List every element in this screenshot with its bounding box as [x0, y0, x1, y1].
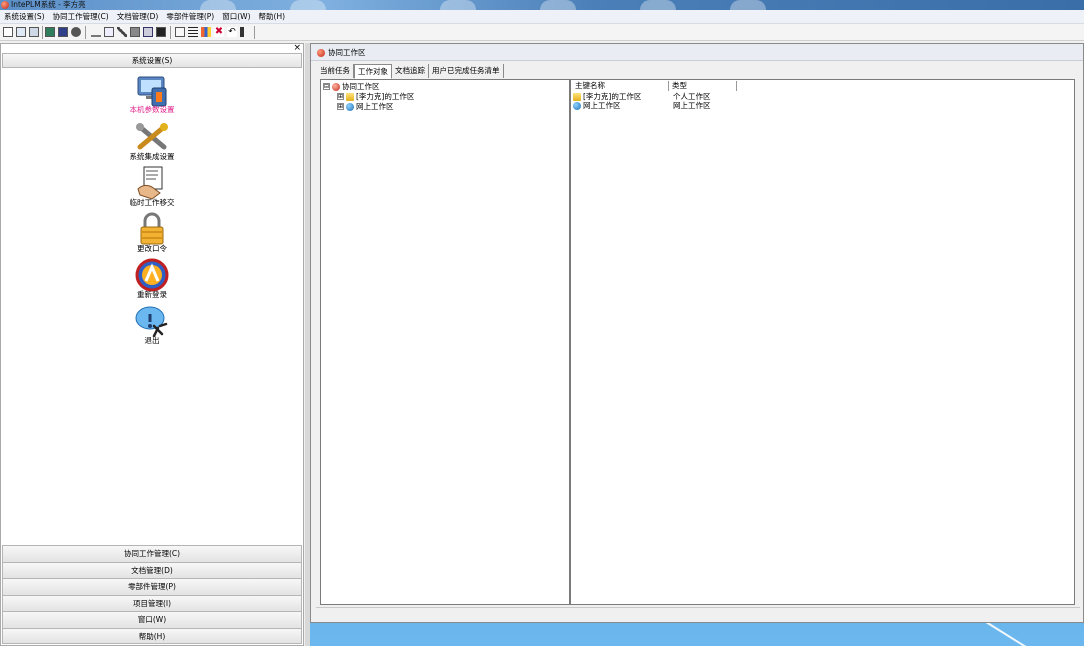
group-list: 协同工作管理(C) 文档管理(D) 零部件管理(P) 项目管理(I) 窗口(W)…: [2, 545, 302, 644]
title-bar: IntePLM系统 - 李方亮: [0, 0, 1084, 10]
group-collaboration[interactable]: 协同工作管理(C): [2, 545, 302, 562]
tree-node-label: [李力克]的工作区: [356, 92, 415, 101]
status-bar: [316, 607, 1080, 615]
chart-icon[interactable]: [201, 27, 211, 37]
toolbar-separator: [85, 26, 86, 39]
tree-node-root[interactable]: ⊟ 协同工作区: [323, 82, 380, 91]
new-icon[interactable]: [3, 27, 13, 37]
save-icon[interactable]: [29, 27, 39, 37]
collaboration-workspace-window: 协同工作区 当前任务 工作对象 文档追踪 用户已完成任务清单 ⊟ 协同工作区 ⊞…: [310, 43, 1084, 623]
tree-node-label: 网上工作区: [356, 102, 394, 111]
group-project[interactable]: 项目管理(I): [2, 594, 302, 611]
tab-work-objects[interactable]: 工作对象: [354, 64, 392, 79]
open-icon[interactable]: [16, 27, 26, 37]
tree-node-label: 协同工作区: [342, 82, 380, 91]
computer-settings-icon[interactable]: [134, 72, 170, 108]
view-icon[interactable]: [45, 27, 55, 37]
undo-icon[interactable]: ↶: [227, 27, 237, 37]
cell-type: 网上工作区: [673, 101, 711, 110]
menu-document[interactable]: 文档管理(D): [113, 10, 163, 24]
workspace-tree: ⊟ 协同工作区 ⊞ [李力克]的工作区 ⊞ 网上工作区: [320, 79, 570, 605]
item-label-change-password[interactable]: 更改口令: [1, 244, 303, 254]
exit-icon[interactable]: [134, 304, 170, 340]
tab-document-tracking[interactable]: 文档追踪: [392, 64, 429, 78]
globe-icon: [346, 102, 354, 111]
titlebar-decoration: [440, 0, 476, 10]
desktop-decoration: [985, 621, 1029, 646]
tree-node-personal-workspace[interactable]: ⊞ [李力克]的工作区: [337, 92, 414, 101]
exit-icon[interactable]: [240, 27, 250, 37]
column-header-name[interactable]: 主键名称: [572, 81, 669, 91]
cowork-icon: [332, 82, 340, 91]
column-header-type[interactable]: 类型: [669, 81, 737, 91]
folder-icon: [573, 92, 581, 101]
titlebar-decoration: [730, 0, 766, 10]
menu-collaboration[interactable]: 协同工作管理(C): [49, 10, 113, 24]
menu-system-settings[interactable]: 系统设置(S): [0, 10, 49, 24]
tree-node-online-workspace[interactable]: ⊞ 网上工作区: [337, 102, 394, 111]
titlebar-decoration: [540, 0, 576, 10]
tree-icon[interactable]: [188, 27, 198, 37]
menu-window[interactable]: 窗口(W): [218, 10, 254, 24]
item-label-computer-settings[interactable]: 本机参数设置: [1, 105, 303, 115]
lock-icon[interactable]: [134, 211, 170, 247]
app-logo-icon: [1, 1, 9, 9]
refresh-icon[interactable]: [71, 27, 81, 37]
child-window-titlebar: 协同工作区: [311, 44, 1083, 61]
menu-bar: 系统设置(S) 协同工作管理(C) 文档管理(D) 零部件管理(P) 窗口(W)…: [0, 10, 1084, 24]
group-header-system-settings[interactable]: 系统设置(S): [2, 53, 302, 68]
item-label-integration-settings[interactable]: 系统集成设置: [1, 152, 303, 162]
window-icon[interactable]: [58, 27, 68, 37]
titlebar-decoration: [640, 0, 676, 10]
folder-icon: [346, 92, 354, 101]
toolbar-separator: [42, 26, 43, 39]
child-window-title: 协同工作区: [328, 48, 366, 57]
sign-icon[interactable]: [117, 27, 127, 37]
cell-name: [李力克]的工作区: [583, 92, 642, 101]
edit-icon[interactable]: [104, 27, 114, 37]
search-icon[interactable]: [91, 27, 101, 37]
workspace-icon: [317, 49, 325, 57]
toolbar-separator: [170, 26, 171, 39]
close-icon[interactable]: ×: [293, 43, 301, 53]
collapse-toggle[interactable]: ⊟: [323, 83, 330, 90]
group-window[interactable]: 窗口(W): [2, 611, 302, 628]
group-parts[interactable]: 零部件管理(P): [2, 578, 302, 595]
item-label-relogin[interactable]: 重新登录: [1, 290, 303, 300]
window-title: IntePLM系统 - 李方亮: [11, 0, 86, 9]
cell-type: 个人工作区: [673, 92, 711, 101]
cell-name: 网上工作区: [583, 101, 621, 110]
print-icon[interactable]: [130, 27, 140, 37]
navigation-panel: × 系统设置(S) 本机参数设置 系统集成设置 临时工作移交 更改口令 重新登录: [0, 43, 304, 646]
group-document[interactable]: 文档管理(D): [2, 561, 302, 578]
relogin-icon[interactable]: [134, 257, 170, 293]
titlebar-decoration: [200, 0, 236, 10]
list-icon[interactable]: [175, 27, 185, 37]
titlebar-decoration: [290, 0, 326, 10]
expand-toggle[interactable]: ⊞: [337, 93, 344, 100]
group-help[interactable]: 帮助(H): [2, 627, 302, 644]
tools-icon[interactable]: [134, 119, 170, 155]
workspace-list: 主键名称 类型 [李力克]的工作区 个人工作区 网上工作区 网上工作区: [570, 79, 1075, 605]
users-icon[interactable]: [143, 27, 153, 37]
handover-icon[interactable]: [134, 165, 170, 201]
item-label-work-handover[interactable]: 临时工作移交: [1, 198, 303, 208]
menu-help[interactable]: 帮助(H): [255, 10, 290, 24]
delete-icon[interactable]: ✖: [214, 27, 224, 37]
toolbar: ✖ ↶: [0, 24, 1084, 41]
toolbar-separator: [254, 26, 255, 39]
tab-strip: 当前任务 工作对象 文档追踪 用户已完成任务清单: [317, 64, 504, 79]
globe-icon: [573, 101, 581, 110]
tab-current-tasks[interactable]: 当前任务: [317, 64, 354, 78]
settings-icon[interactable]: [156, 27, 166, 37]
item-label-exit[interactable]: 退出: [1, 336, 303, 346]
list-row[interactable]: 网上工作区 网上工作区: [573, 101, 711, 110]
expand-toggle[interactable]: ⊞: [337, 103, 344, 110]
menu-parts[interactable]: 零部件管理(P): [162, 10, 218, 24]
tab-completed-tasks[interactable]: 用户已完成任务清单: [429, 64, 504, 78]
list-row[interactable]: [李力克]的工作区 个人工作区: [573, 92, 711, 101]
